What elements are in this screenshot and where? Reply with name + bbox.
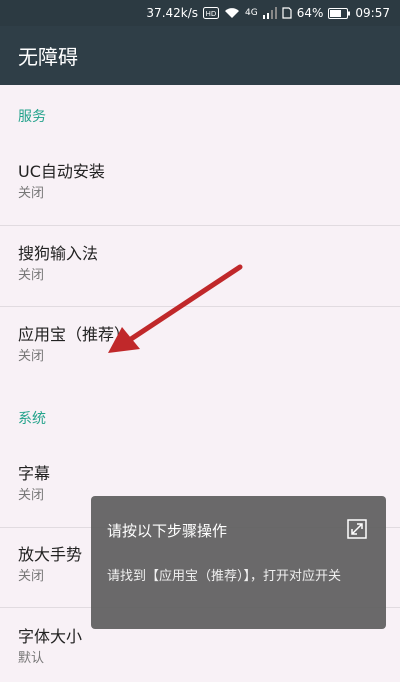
item-title: UC自动安装: [18, 162, 105, 181]
section-header-services: 服务: [18, 109, 46, 125]
list-item-sogou-input[interactable]: 搜狗输入法 关闭: [0, 244, 400, 285]
battery-percent: 64%: [296, 6, 324, 20]
list-item-yingyongbao[interactable]: 应用宝（推荐） 关闭: [0, 325, 400, 366]
page-title: 无障碍: [18, 45, 78, 69]
toast-title: 请按以下步骤操作: [107, 522, 228, 540]
item-title: 搜狗输入法: [18, 244, 99, 263]
network-type: 4G: [245, 8, 258, 18]
svg-text:HD: HD: [206, 10, 217, 18]
divider: [0, 225, 400, 226]
network-speed: 37.42k/s: [146, 6, 199, 20]
item-status: 默认: [18, 651, 45, 666]
list-item-font-size[interactable]: 字体大小 默认: [0, 627, 400, 668]
signal-icon: [262, 7, 277, 19]
item-status: 关闭: [18, 268, 45, 283]
item-status: 关闭: [18, 186, 45, 201]
list-item-uc-auto-install[interactable]: UC自动安装 关闭: [0, 162, 400, 203]
divider: [0, 306, 400, 307]
item-title: 应用宝（推荐）: [18, 325, 131, 344]
toast-body: 请找到【应用宝（推荐）】，打开对应开关: [107, 569, 342, 584]
sim-icon: [282, 7, 292, 19]
wifi-icon: [224, 7, 240, 19]
clock: 09:57: [355, 6, 390, 20]
app-bar: 无障碍: [0, 26, 400, 85]
battery-icon: [328, 7, 351, 19]
section-header-system: 系统: [18, 411, 46, 427]
collapse-icon[interactable]: [346, 518, 368, 540]
item-status: 关闭: [18, 349, 45, 364]
item-title: 字体大小: [18, 627, 83, 646]
status-bar: 37.42k/s HD 4G 64% 09:57: [0, 0, 400, 26]
hd-icon: HD: [203, 7, 220, 19]
instruction-toast: 请按以下步骤操作 请找到【应用宝（推荐）】，打开对应开关: [91, 496, 386, 629]
item-title: 字幕: [18, 464, 51, 483]
